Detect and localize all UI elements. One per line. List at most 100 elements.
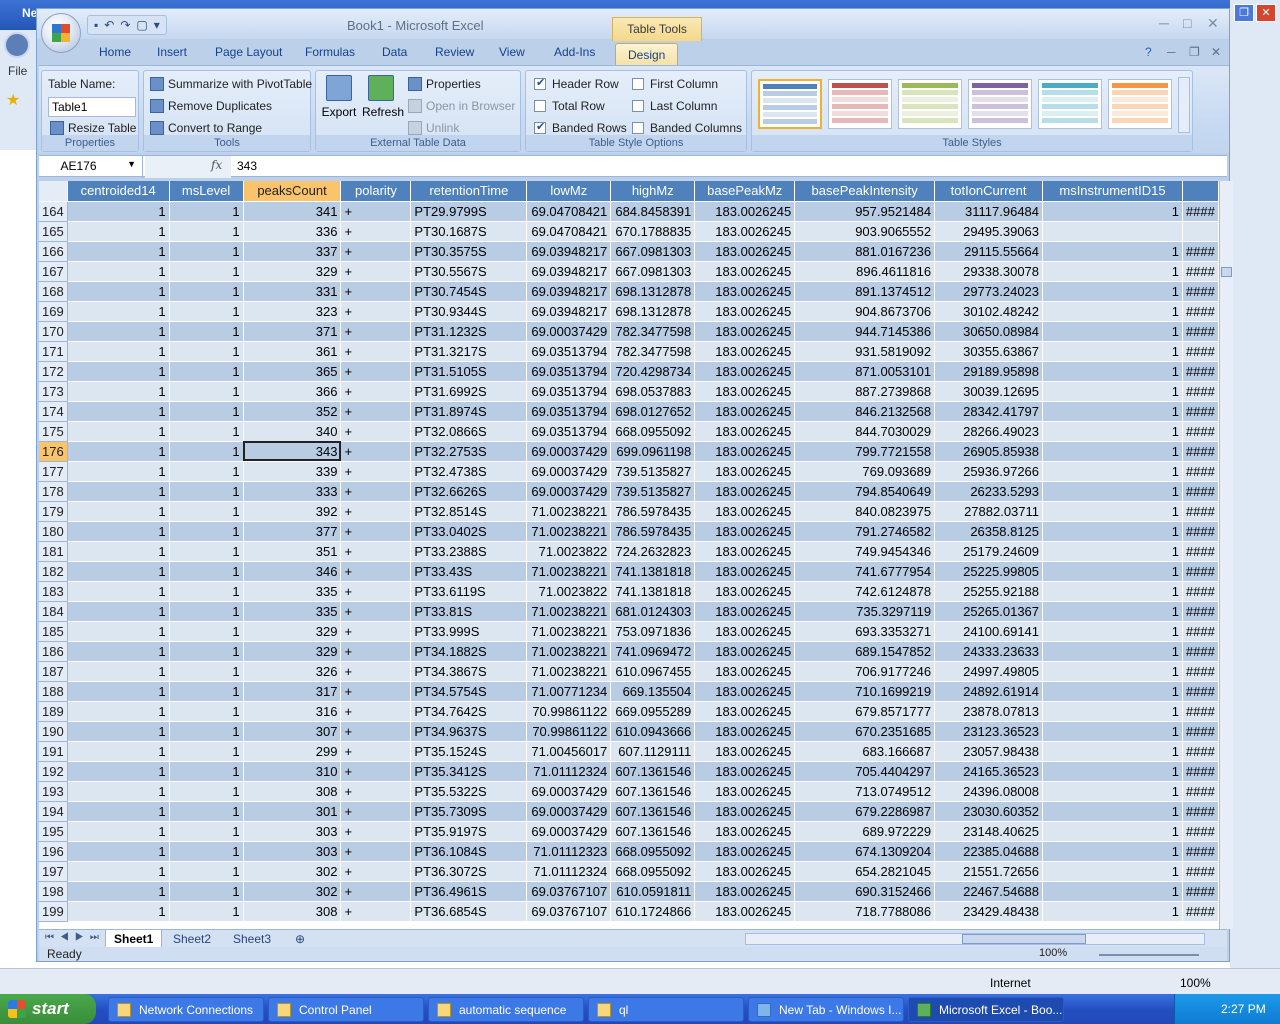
table-cell[interactable]: 679.2286987 [794, 801, 936, 822]
table-cell[interactable]: 69.03948217 [526, 241, 612, 262]
row-header[interactable]: 185 [39, 621, 68, 642]
style-swatch-orange[interactable] [1108, 79, 1172, 129]
table-cell[interactable]: 607.1361546 [610, 761, 696, 782]
table-cell[interactable]: 1 [1042, 601, 1183, 622]
table-cell[interactable]: 1 [67, 901, 170, 922]
table-cell[interactable]: 674.1309204 [794, 841, 936, 862]
style-swatch-green[interactable] [898, 79, 962, 129]
table-cell[interactable]: + [340, 461, 412, 482]
table-cell[interactable]: 69.00037429 [526, 801, 612, 822]
table-cell[interactable]: 881.0167236 [794, 241, 936, 262]
table-cell[interactable]: 698.1312878 [610, 301, 696, 322]
table-cell[interactable]: 689.972229 [794, 821, 936, 842]
column-header[interactable]: totIonCurrent [934, 181, 1044, 202]
first-column-checkbox[interactable]: First Column [632, 77, 718, 91]
table-cell[interactable]: PT34.9637S [410, 721, 528, 742]
row-header[interactable]: 173 [39, 381, 68, 402]
style-swatch-teal[interactable] [1038, 79, 1102, 129]
table-cell[interactable]: #### [1182, 701, 1219, 722]
table-cell[interactable]: 1 [1042, 781, 1183, 802]
table-cell[interactable]: 1 [169, 601, 244, 622]
table-cell[interactable]: 183.0026245 [694, 581, 796, 602]
table-cell[interactable]: 69.03513794 [526, 421, 612, 442]
table-cell[interactable]: 27882.03711 [934, 501, 1044, 522]
table-cell[interactable]: 1 [169, 321, 244, 342]
table-cell[interactable]: 335 [243, 581, 342, 602]
table-cell[interactable]: 29189.95898 [934, 361, 1044, 382]
table-cell[interactable]: 1 [67, 881, 170, 902]
table-cell[interactable]: 71.00238221 [526, 601, 612, 622]
table-cell[interactable]: 316 [243, 701, 342, 722]
row-header[interactable]: 164 [39, 201, 68, 222]
table-cell[interactable]: + [340, 501, 412, 522]
table-cell[interactable]: 1 [67, 461, 170, 482]
table-cell[interactable]: 392 [243, 501, 342, 522]
table-cell[interactable]: #### [1182, 721, 1219, 742]
table-cell[interactable]: 183.0026245 [694, 681, 796, 702]
table-cell[interactable]: #### [1182, 401, 1219, 422]
table-cell[interactable]: 896.4611816 [794, 261, 936, 282]
table-cell[interactable]: + [340, 781, 412, 802]
table-cell[interactable]: #### [1182, 281, 1219, 302]
table-cell[interactable]: 29115.55664 [934, 241, 1044, 262]
table-cell[interactable]: 30650.08984 [934, 321, 1044, 342]
table-cell[interactable]: 706.9177246 [794, 661, 936, 682]
table-cell[interactable]: #### [1182, 261, 1219, 282]
table-cell[interactable]: 331 [243, 281, 342, 302]
row-header[interactable]: 182 [39, 561, 68, 582]
table-cell[interactable]: 610.1724866 [610, 901, 696, 922]
table-cell[interactable]: 654.2821045 [794, 861, 936, 882]
tab-home[interactable]: Home [99, 45, 131, 59]
table-cell[interactable]: 303 [243, 821, 342, 842]
table-cell[interactable]: 1 [67, 281, 170, 302]
table-cell[interactable]: 71.0023822 [526, 581, 612, 602]
table-cell[interactable]: 610.0943666 [610, 721, 696, 742]
table-cell[interactable]: 904.8673706 [794, 301, 936, 322]
table-cell[interactable]: + [340, 381, 412, 402]
row-header[interactable]: 176 [39, 441, 68, 462]
table-cell[interactable]: #### [1182, 541, 1219, 562]
column-header[interactable]: basePeakIntensity [794, 181, 936, 202]
table-cell[interactable]: 365 [243, 361, 342, 382]
table-cell[interactable]: 1 [67, 321, 170, 342]
taskbar-item[interactable]: automatic sequence [428, 997, 584, 1022]
table-cell[interactable]: 71.00238221 [526, 521, 612, 542]
table-cell[interactable]: 69.04708421 [526, 221, 612, 242]
table-cell[interactable]: PT33.43S [410, 561, 528, 582]
zoom-level[interactable]: 100% [1039, 947, 1067, 959]
table-cell[interactable]: 1 [67, 401, 170, 422]
table-cell[interactable]: 29495.39063 [934, 221, 1044, 242]
table-cell[interactable]: 71.00238221 [526, 641, 612, 662]
table-cell[interactable]: 69.03948217 [526, 301, 612, 322]
table-cell[interactable]: + [340, 681, 412, 702]
table-cell[interactable]: 1 [67, 581, 170, 602]
table-cell[interactable]: 668.0955092 [610, 421, 696, 442]
table-cell[interactable]: 23057.98438 [934, 741, 1044, 762]
table-cell[interactable]: 183.0026245 [694, 661, 796, 682]
table-cell[interactable]: 1 [1042, 561, 1183, 582]
table-cell[interactable]: #### [1182, 761, 1219, 782]
table-cell[interactable]: #### [1182, 241, 1219, 262]
table-cell[interactable]: PT33.999S [410, 621, 528, 642]
table-cell[interactable]: 799.7721558 [794, 441, 936, 462]
table-cell[interactable]: 71.00771234 [526, 681, 612, 702]
table-cell[interactable]: 69.00037429 [526, 781, 612, 802]
ie-zoom[interactable]: 100% [1180, 976, 1211, 990]
table-cell[interactable]: 1 [67, 681, 170, 702]
table-cell[interactable]: 1 [169, 721, 244, 742]
table-cell[interactable]: #### [1182, 601, 1219, 622]
table-cell[interactable]: 1 [169, 221, 244, 242]
table-cell[interactable]: 22385.04688 [934, 841, 1044, 862]
table-cell[interactable]: 26358.8125 [934, 521, 1044, 542]
header-row-checkbox[interactable]: Header Row [534, 76, 619, 91]
table-cell[interactable]: 71.0023822 [526, 541, 612, 562]
table-cell[interactable]: + [340, 481, 412, 502]
row-header[interactable]: 186 [39, 641, 68, 662]
table-cell[interactable]: + [340, 741, 412, 762]
table-cell[interactable]: PT30.1687S [410, 221, 528, 242]
table-cell[interactable]: PT32.8514S [410, 501, 528, 522]
row-header[interactable]: 172 [39, 361, 68, 382]
table-cell[interactable]: 698.1312878 [610, 281, 696, 302]
table-cell[interactable]: #### [1182, 321, 1219, 342]
table-cell[interactable]: + [340, 521, 412, 542]
